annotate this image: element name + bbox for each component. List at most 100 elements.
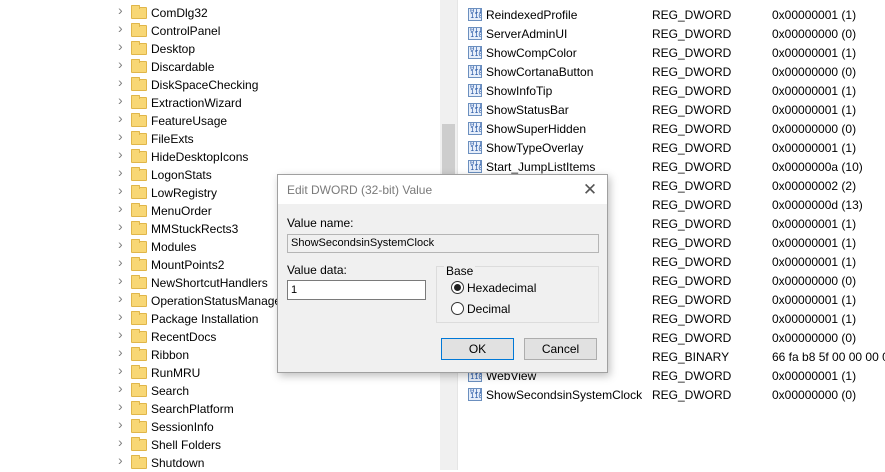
dialog-title: Edit DWORD (32-bit) Value [287,183,433,197]
tree-item-label: Ribbon [151,348,190,362]
value-data: 0x00000000 (0) [772,122,857,136]
cancel-button[interactable]: Cancel [524,338,597,360]
folder-icon [131,401,147,415]
chevron-right-icon[interactable]: › [118,399,128,413]
tree-item[interactable]: › FileExts [0,129,440,148]
tree-item-label: SearchPlatform [151,402,234,416]
folder-icon [131,311,147,325]
value-data: 0x00000001 (1) [772,293,857,307]
value-row[interactable]: 011 110 ShowStatusBar REG_DWORD 0x00000001 … [463,100,885,119]
chevron-right-icon[interactable]: › [118,453,128,467]
chevron-right-icon[interactable]: › [118,417,128,431]
tree-item[interactable]: › FeatureUsage [0,111,440,130]
value-name: ShowSuperHidden [486,122,587,136]
value-data-input[interactable]: 1 [287,280,426,300]
folder-icon [131,293,147,307]
hexadecimal-label[interactable]: Hexadecimal [467,281,536,295]
chevron-right-icon[interactable]: › [118,219,128,233]
value-data: 0x00000001 (1) [772,8,857,22]
tree-item-label: Shutdown [151,456,205,470]
chevron-right-icon[interactable]: › [118,291,128,305]
value-name: Start_JumpListItems [486,160,596,174]
tree-item[interactable]: › Search [0,381,440,400]
decimal-label[interactable]: Decimal [467,302,510,316]
tree-item[interactable]: › HideDesktopIcons [0,147,440,166]
chevron-right-icon[interactable]: › [118,165,128,179]
value-type: REG_DWORD [652,369,732,383]
tree-item-label: NewShortcutHandlers [151,276,268,290]
value-type: REG_DWORD [652,331,732,345]
value-row[interactable]: 011 110 ShowInfoTip REG_DWORD 0x00000001 (1… [463,81,885,100]
folder-icon [131,455,147,469]
chevron-right-icon[interactable]: › [118,345,128,359]
chevron-right-icon[interactable]: › [118,201,128,215]
reg-binary-value-icon: 011 110 [468,46,482,59]
folder-icon [131,329,147,343]
folder-icon [131,257,147,271]
folder-icon [131,59,147,73]
chevron-right-icon[interactable]: › [118,309,128,323]
chevron-right-icon[interactable]: › [118,75,128,89]
value-row[interactable]: 011 110 ShowCompColor REG_DWORD 0x00000001 … [463,43,885,62]
tree-item[interactable]: › SearchPlatform [0,399,440,418]
value-row[interactable]: 011 110 ShowTypeOverlay REG_DWORD 0x0000000… [463,138,885,157]
hexadecimal-radio[interactable] [451,281,464,294]
ok-button[interactable]: OK [441,338,514,360]
value-data: 0x00000000 (0) [772,274,857,288]
value-data: 0x00000001 (1) [772,217,857,231]
chevron-right-icon[interactable]: › [118,21,128,35]
dialog-title-bar: Edit DWORD (32-bit) Value ✕ [278,175,607,204]
value-type: REG_DWORD [652,312,732,326]
value-name: ShowCortanaButton [486,65,594,79]
chevron-right-icon[interactable]: › [118,435,128,449]
folder-icon [131,221,147,235]
value-row[interactable]: 011 110 ShowSuperHidden REG_DWORD 0x0000000… [463,119,885,138]
value-row[interactable]: 011 110 ReindexedProfile REG_DWORD 0x000000… [463,5,885,24]
value-type: REG_DWORD [652,103,732,117]
decimal-radio[interactable] [451,302,464,315]
chevron-right-icon[interactable]: › [118,129,128,143]
tree-item[interactable]: › Desktop [0,39,440,58]
tree-item[interactable]: › Shutdown [0,453,440,472]
chevron-right-icon[interactable]: › [118,3,128,17]
tree-item-label: ControlPanel [151,24,221,38]
chevron-right-icon[interactable]: › [118,381,128,395]
chevron-right-icon[interactable]: › [118,237,128,251]
tree-item[interactable]: › ControlPanel [0,21,440,40]
chevron-right-icon[interactable]: › [118,273,128,287]
chevron-right-icon[interactable]: › [118,363,128,377]
chevron-right-icon[interactable]: › [118,39,128,53]
chevron-right-icon[interactable]: › [118,147,128,161]
chevron-right-icon[interactable]: › [118,57,128,71]
reg-binary-value-icon: 011 110 [468,84,482,97]
value-data: 0x00000001 (1) [772,141,857,155]
chevron-right-icon[interactable]: › [118,93,128,107]
value-data-label: Value data: [287,263,347,277]
chevron-right-icon[interactable]: › [118,255,128,269]
close-icon[interactable]: ✕ [579,179,601,201]
folder-icon [131,383,147,397]
reg-binary-value-icon: 011 110 [468,27,482,40]
value-name: ShowSecondsinSystemClock [486,388,643,402]
tree-item[interactable]: › Shell Folders [0,435,440,454]
value-row[interactable]: 011 110 ServerAdminUI REG_DWORD 0x00000000 … [463,24,885,43]
edit-dword-dialog: Edit DWORD (32-bit) Value ✕ Value name: … [277,174,608,373]
folder-icon [131,365,147,379]
tree-item[interactable]: › DiskSpaceChecking [0,75,440,94]
tree-item[interactable]: › Discardable [0,57,440,76]
chevron-right-icon[interactable]: › [118,183,128,197]
chevron-right-icon[interactable]: › [118,327,128,341]
value-row[interactable]: 011 110 ShowSecondsinSystemClock REG_DWORD… [463,385,885,404]
chevron-right-icon[interactable]: › [118,111,128,125]
tree-item[interactable]: › SessionInfo [0,417,440,436]
value-name: ServerAdminUI [486,27,568,41]
tree-item[interactable]: › ComDlg32 [0,3,440,22]
folder-icon [131,167,147,181]
value-data: 0x00000000 (0) [772,27,857,41]
value-data: 0x00000001 (1) [772,103,857,117]
value-row[interactable]: 011 110 ShowCortanaButton REG_DWORD 0x00000… [463,62,885,81]
value-data: 0x0000000a (10) [772,160,863,174]
folder-icon [131,347,147,361]
tree-item-label: Search [151,384,190,398]
tree-item[interactable]: › ExtractionWizard [0,93,440,112]
